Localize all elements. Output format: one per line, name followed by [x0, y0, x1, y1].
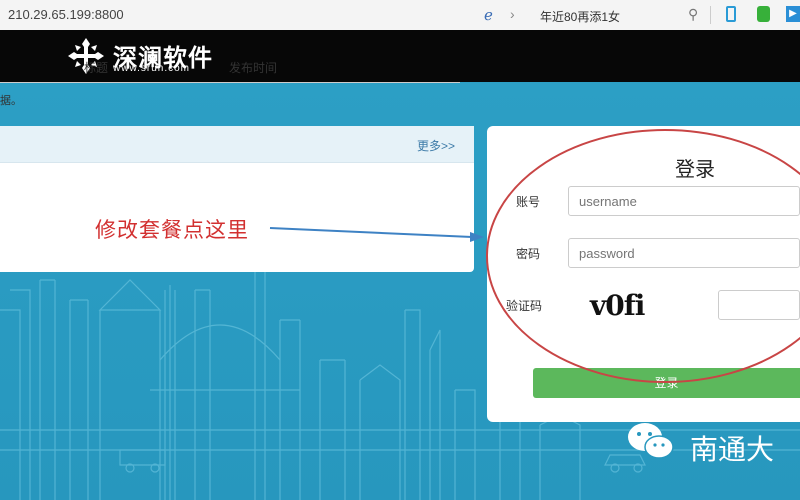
notice-panel: 更多>> [0, 126, 474, 272]
address-bar[interactable]: 210.29.65.199:8800 [8, 7, 124, 22]
logo-subtitle: www.srun.com [113, 63, 191, 74]
search-box[interactable]: 年近80再添1女 [540, 8, 620, 25]
captcha-label: 验证码 [506, 299, 543, 313]
search-icon[interactable]: ⚲ [688, 6, 698, 23]
password-input[interactable] [568, 238, 800, 268]
more-link[interactable]: 更多>> [417, 137, 455, 154]
column-header-publish-time: 发布时间 [229, 61, 278, 75]
wechat-icon [628, 423, 674, 459]
login-title: 登录 [675, 159, 715, 181]
watermark-text: 南通大 [690, 434, 775, 465]
phone-icon[interactable] [726, 6, 736, 22]
toolbar-divider [710, 6, 711, 24]
browser-toolbar: 210.29.65.199:8800 ℯ › 年近80再添1女 ⚲ ▶ [0, 0, 800, 31]
play-icon[interactable]: ▶ [786, 6, 800, 22]
notice-panel-header: 更多>> [0, 126, 474, 163]
table-header-divider [0, 82, 460, 83]
notice-row-text: 据。 [0, 95, 22, 107]
train-icon[interactable] [757, 6, 770, 22]
account-label: 账号 [516, 195, 541, 209]
chevron-right-icon[interactable]: › [510, 6, 515, 22]
password-label: 密码 [516, 247, 541, 261]
column-header-title: 标题 [84, 61, 109, 75]
username-input[interactable] [568, 186, 800, 216]
captcha-image[interactable]: v0fi [590, 289, 645, 322]
ie-compat-icon[interactable]: ℯ [484, 6, 493, 24]
login-button[interactable]: 登录 [533, 368, 800, 398]
captcha-input[interactable] [718, 290, 800, 320]
annotation-label: 修改套餐点这里 [95, 219, 249, 242]
